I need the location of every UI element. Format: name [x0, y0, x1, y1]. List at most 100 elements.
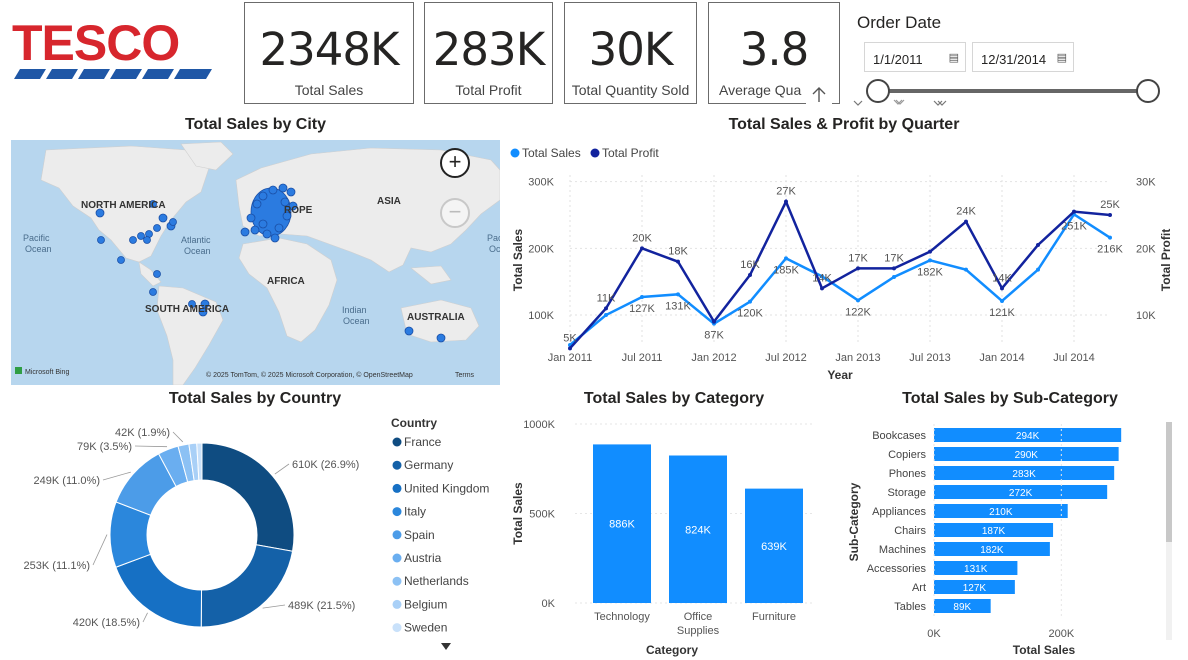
sales-profit-line-chart[interactable]: Total Sales Total Profit 100K 200K 300K 10K 20… — [500, 140, 1188, 385]
data-label: 20K — [632, 232, 652, 244]
y2-tick-label: 20K — [1136, 243, 1156, 255]
bar-value-label: 639K — [761, 541, 787, 553]
slice-label: 249K (11.0%) — [34, 475, 100, 487]
bar-value-label: 210K — [989, 507, 1013, 518]
calendar-icon[interactable]: ▤ — [949, 51, 959, 64]
data-point — [784, 199, 788, 204]
legend-marker — [392, 437, 402, 447]
map-label: Pacific — [23, 233, 50, 243]
x-axis-title: Year — [827, 368, 853, 382]
y-tick-label: Machines — [879, 544, 927, 556]
data-label: 120K — [737, 308, 763, 320]
leader-line — [92, 534, 108, 566]
data-label: 24K — [956, 206, 976, 218]
y2-tick-label: 10K — [1136, 310, 1156, 322]
expand-all-icon — [933, 100, 947, 106]
zoom-in-button[interactable]: + — [440, 148, 470, 178]
y-tick-label: Accessories — [867, 563, 927, 575]
y-tick-label: Copiers — [888, 449, 926, 461]
data-point — [748, 299, 752, 304]
kpi-total-quantity: 30K Total Quantity Sold — [564, 2, 697, 104]
x-tick-label: 0K — [927, 628, 941, 640]
y-axis-title: Total Sales — [511, 228, 525, 291]
y-tick-label: Bookcases — [872, 430, 926, 442]
expand-icon — [893, 99, 905, 105]
leader-line — [142, 612, 148, 623]
data-point — [604, 313, 608, 317]
kpi-total-profit: 283K Total Profit — [424, 2, 553, 104]
x-tick-label: Jan 2011 — [548, 352, 592, 364]
x-tick-label: Technology — [594, 611, 650, 623]
start-date-input[interactable]: 1/1/2011 ▤ — [864, 42, 966, 72]
data-point — [964, 219, 968, 224]
map-title: Total Sales by City — [184, 116, 327, 133]
subcategory-bar-chart[interactable]: 294K Bookcases 290K Copiers 283K Phones 272K St… — [840, 410, 1185, 660]
country-chart-title: Total Sales by Country — [168, 390, 342, 407]
category-bar-chart[interactable]: 0K 500K 1000K 886K Technology 824K Office Suppl… — [505, 410, 840, 660]
map-terms: Terms — [455, 372, 475, 379]
y-tick-label: Phones — [889, 468, 927, 480]
leader-line — [262, 604, 286, 609]
legend-label: Italy — [404, 505, 426, 519]
y-tick-label: 300K — [528, 177, 554, 189]
end-date-value: 12/31/2014 — [981, 52, 1047, 67]
bar-value-label: 131K — [964, 564, 988, 575]
y-tick-label: Tables — [894, 601, 926, 613]
calendar-icon[interactable]: ▤ — [1057, 51, 1067, 64]
map-label: Indian — [342, 305, 367, 315]
data-point — [928, 258, 932, 263]
date-slider-start-handle[interactable] — [866, 79, 890, 103]
kpi-label: Total Quantity Sold — [571, 82, 690, 98]
map-label: AFRICA — [267, 276, 305, 287]
data-point — [856, 298, 860, 303]
bar-value-label: 89K — [953, 602, 971, 613]
data-point — [1000, 286, 1004, 291]
scrollbar-thumb[interactable] — [1166, 422, 1172, 542]
data-label: 122K — [845, 306, 871, 318]
y-tick-label: 100K — [528, 310, 554, 322]
legend-marker — [392, 553, 402, 563]
data-point — [1000, 299, 1004, 303]
legend-marker — [392, 576, 402, 586]
data-point — [1036, 267, 1040, 272]
y-axis-title: Total Sales — [511, 482, 525, 545]
data-point — [820, 286, 824, 291]
map-label: Ocean — [343, 316, 370, 326]
data-label: 251K — [1061, 220, 1087, 232]
leader-line — [172, 431, 184, 443]
bar-value-label: 272K — [1009, 488, 1033, 499]
kpi-value: 2348K — [259, 23, 399, 76]
zoom-out-button[interactable]: − — [440, 198, 470, 228]
kpi-value: 283K — [432, 23, 545, 76]
map-label: ASIA — [377, 196, 401, 207]
subcat-chart-title: Total Sales by Sub-Category — [902, 390, 1118, 407]
data-label: 131K — [665, 300, 691, 312]
kpi-total-sales: 2348K Total Sales — [244, 2, 414, 104]
date-slider-track[interactable] — [878, 89, 1148, 93]
leader-line — [274, 463, 290, 475]
leader-line — [102, 471, 131, 481]
slice-label: 79K (3.5%) — [77, 441, 132, 453]
map-label: Ocean — [184, 246, 211, 256]
logo-stripes — [14, 69, 212, 79]
data-point — [1072, 209, 1076, 214]
legend-label: Total Sales — [522, 146, 581, 160]
legend-marker — [392, 623, 402, 633]
kpi-label: Total Sales — [294, 82, 364, 98]
date-slider-end-handle[interactable] — [1136, 79, 1160, 103]
data-point — [676, 259, 680, 264]
scroll-down-icon[interactable] — [441, 643, 451, 650]
legend-label: Spain — [404, 528, 435, 542]
data-label: 25K — [1100, 199, 1120, 211]
sales-map[interactable]: NORTH AMERICA ASIA ROPE AFRICA SOUTH AME… — [11, 140, 500, 385]
legend-label: Sweden — [404, 621, 447, 635]
data-label: 216K — [1097, 244, 1123, 256]
data-point — [640, 246, 644, 251]
legend-marker — [392, 507, 402, 517]
country-donut-chart[interactable]: 610K (26.9%) 489K (21.5%) 420K (18.5%) 253K… — [0, 410, 500, 660]
data-point — [928, 249, 932, 254]
end-date-input[interactable]: 12/31/2014 ▤ — [972, 42, 1074, 72]
legend-title: Country — [391, 416, 437, 430]
bar-value-label: 127K — [963, 583, 987, 594]
x-tick-label: Jul 2011 — [622, 352, 663, 364]
